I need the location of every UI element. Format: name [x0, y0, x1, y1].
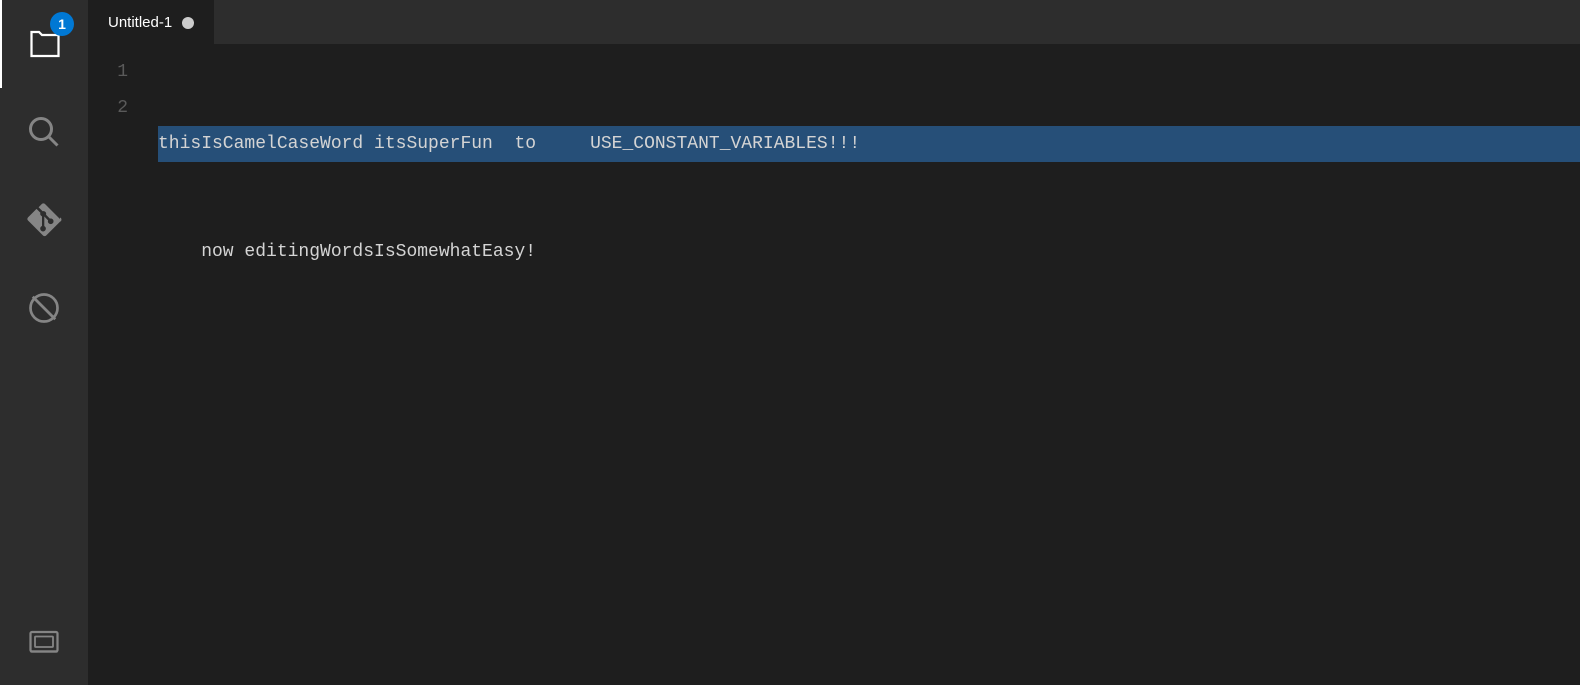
- line-numbers: 1 2: [88, 44, 148, 685]
- git-icon: [26, 202, 62, 238]
- code-line-2-text: now editingWordsIsSomewhatEasy!: [158, 234, 536, 270]
- line-number-1: 1: [88, 54, 128, 90]
- tab-untitled-1[interactable]: Untitled-1: [88, 0, 214, 44]
- line-number-2: 2: [88, 90, 128, 126]
- tab-title: Untitled-1: [108, 14, 172, 31]
- sidebar-item-explorer[interactable]: 1: [0, 0, 88, 88]
- sidebar-item-search[interactable]: [0, 88, 88, 176]
- sidebar-item-remote[interactable]: [0, 597, 88, 685]
- code-area[interactable]: thisIsCamelCaseWord itsSuperFun to USE_C…: [148, 44, 1580, 685]
- explorer-badge: 1: [50, 12, 74, 36]
- code-line-1: thisIsCamelCaseWord itsSuperFun to USE_C…: [158, 126, 1580, 162]
- tab-modified-dot: [182, 17, 194, 29]
- sidebar-item-git[interactable]: [0, 176, 88, 264]
- code-line-1-text: thisIsCamelCaseWord itsSuperFun to USE_C…: [158, 126, 860, 162]
- code-line-2: now editingWordsIsSomewhatEasy!: [158, 234, 1580, 270]
- editor-content[interactable]: 1 2 thisIsCamelCaseWord itsSuperFun to U…: [88, 44, 1580, 685]
- tab-bar: Untitled-1: [88, 0, 1580, 44]
- editor-area: Untitled-1 1 2 thisIsCamelCaseWord itsSu…: [88, 0, 1580, 685]
- sidebar-item-extensions[interactable]: [0, 264, 88, 352]
- activity-bar: 1: [0, 0, 88, 685]
- search-icon: [26, 114, 62, 150]
- extensions-icon: [26, 290, 62, 326]
- remote-icon: [26, 623, 62, 659]
